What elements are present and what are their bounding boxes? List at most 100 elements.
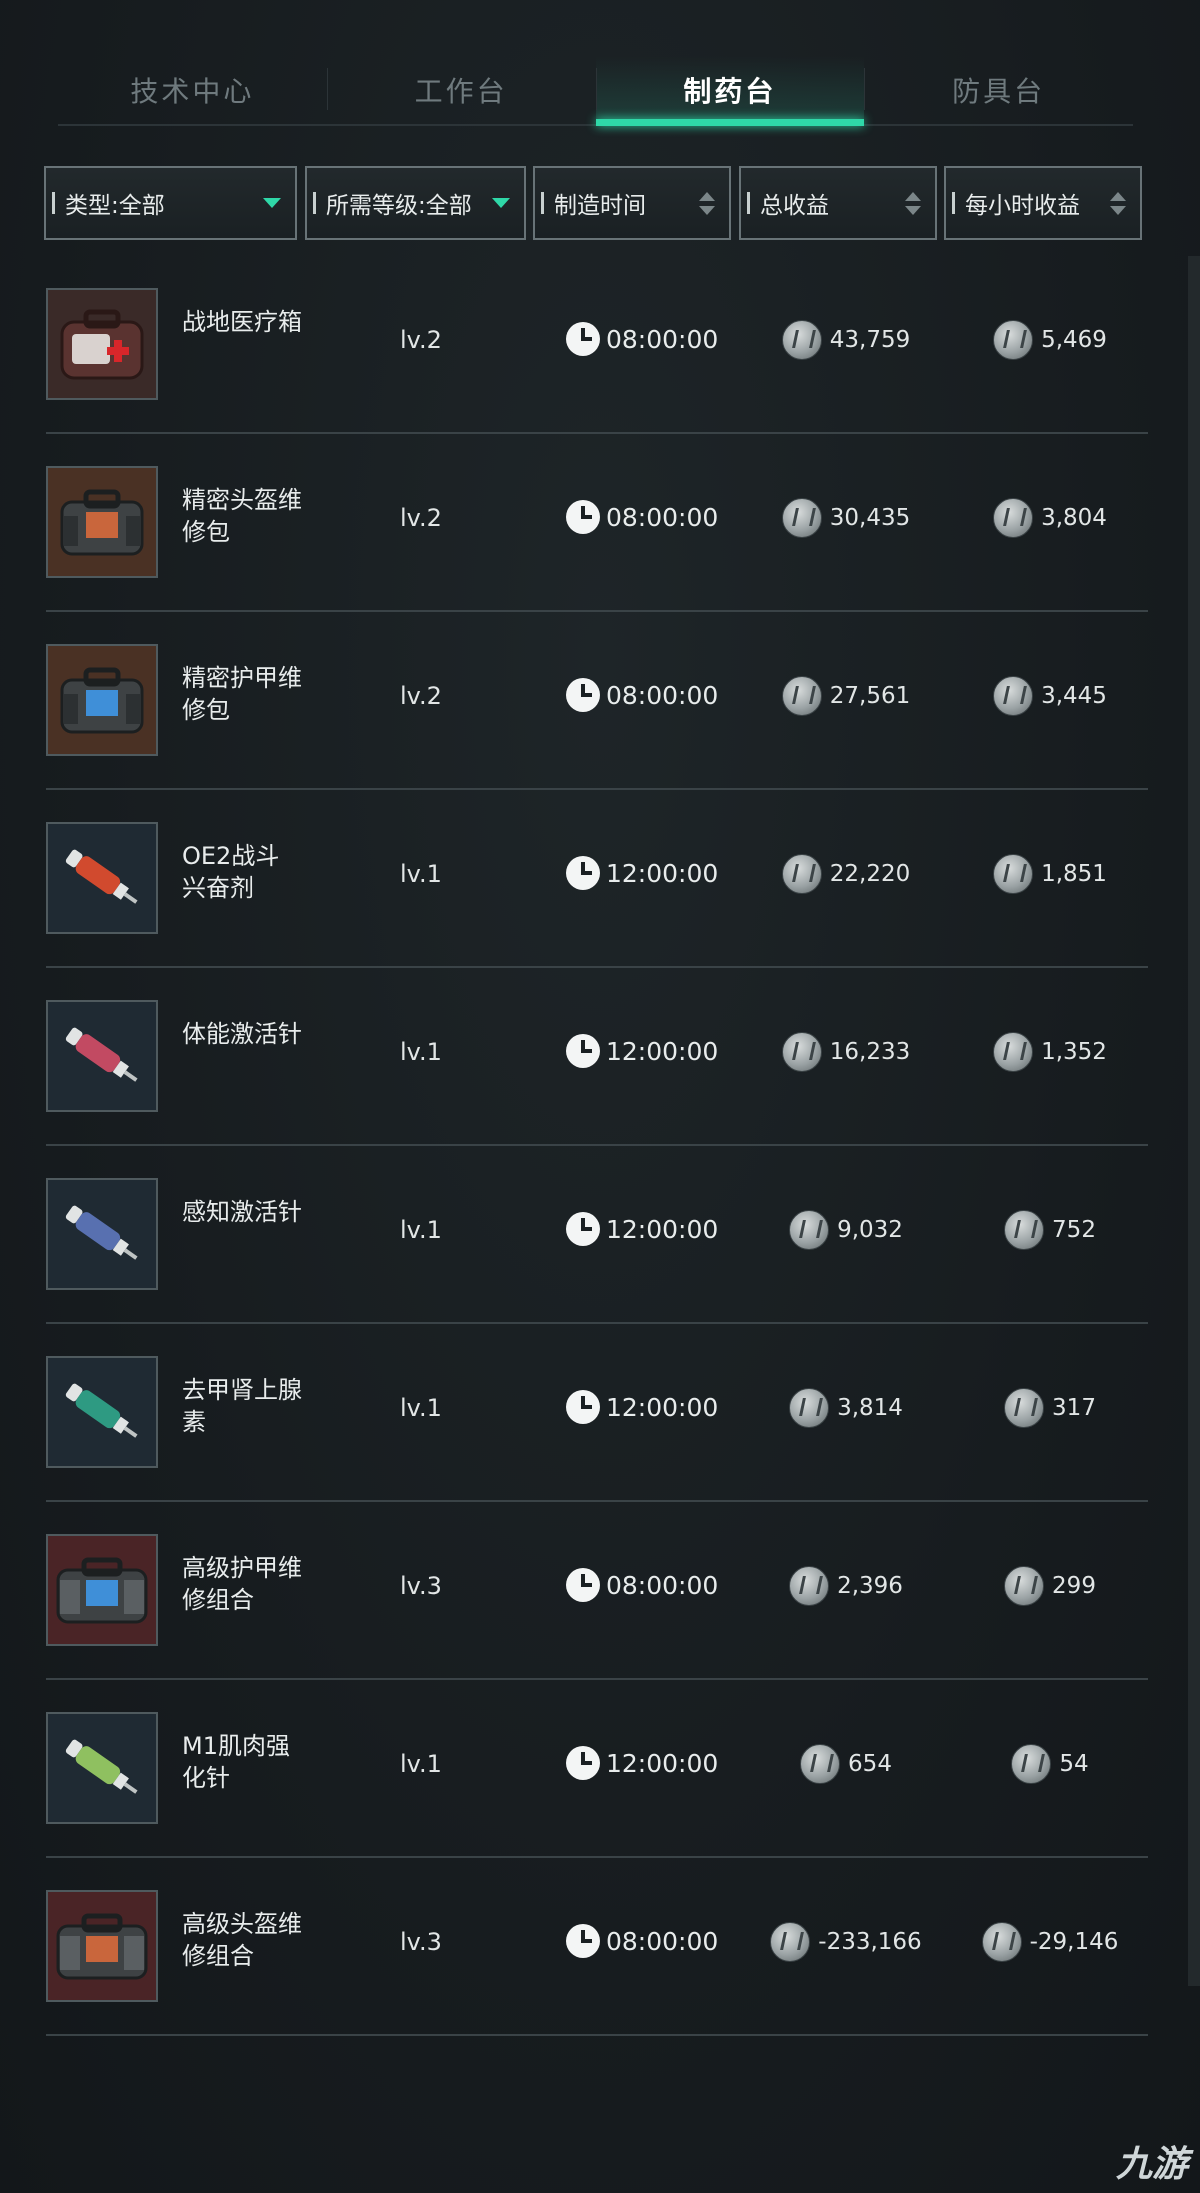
total-profit-value: -233,166 [818, 1929, 922, 1955]
item-name: 体能激活针 [182, 1020, 302, 1048]
hourly-profit-value: 3,445 [1041, 683, 1107, 709]
hourly-profit: 54 [1011, 1744, 1089, 1784]
required-level: lv.2 [400, 682, 442, 710]
craft-time-value: 08:00:00 [606, 502, 719, 532]
required-level: lv.3 [400, 1928, 442, 1956]
sort-total-button[interactable]: 总收益 [739, 166, 937, 240]
item-name: 精密头盔维修包 [182, 486, 302, 546]
required-level: lv.2 [400, 326, 442, 354]
filter-bar: 类型:全部 所需等级:全部 制造时间 总收益 每小时收益 [0, 166, 1200, 244]
coin-icon [993, 676, 1034, 716]
coin-icon [1011, 1744, 1052, 1784]
craft-time: 12:00:00 [566, 856, 718, 890]
craft-time-value: 12:00:00 [606, 1392, 719, 1422]
total-profit: -233,166 [770, 1922, 922, 1962]
total-profit: 9,032 [789, 1210, 903, 1250]
chevron-down-icon [492, 198, 510, 208]
hourly-profit: 5,469 [993, 320, 1107, 360]
total-profit-value: 16,233 [829, 1039, 911, 1065]
type-filter-label: 类型:全部 [65, 193, 165, 219]
filter-marker [952, 192, 955, 214]
recipe-row[interactable]: M1肌肉强化针 lv.1 12:00:00 654 54 [0, 1680, 1200, 1858]
hourly-profit: 299 [1004, 1566, 1096, 1606]
hourly-profit-value: 752 [1052, 1217, 1096, 1243]
clock-icon [566, 1212, 600, 1246]
sort-icon [905, 191, 921, 215]
scrollbar[interactable] [1188, 256, 1200, 1986]
recipe-row[interactable]: 战地医疗箱 lv.2 08:00:00 43,759 5,469 [0, 256, 1200, 434]
hourly-profit-value: 317 [1052, 1395, 1096, 1421]
item-name: 高级头盔维修组合 [182, 1910, 302, 1970]
clock-icon [566, 678, 600, 712]
hourly-profit: 317 [1004, 1388, 1096, 1428]
tab-armor-bench[interactable]: 防具台 [864, 56, 1133, 124]
clock-icon [566, 1924, 600, 1958]
sort-hourly-label: 每小时收益 [965, 193, 1080, 219]
item-name: 去甲肾上腺素 [182, 1376, 302, 1436]
craft-time-value: 12:00:00 [606, 1214, 719, 1244]
filter-marker [747, 192, 750, 214]
required-level: lv.1 [400, 1750, 442, 1778]
clock-icon [566, 1034, 600, 1068]
type-filter-dropdown[interactable]: 类型:全部 [44, 166, 297, 240]
recipe-row[interactable]: 高级护甲维修组合 lv.3 08:00:00 2,396 299 [0, 1502, 1200, 1680]
coin-icon [789, 1566, 830, 1606]
recipe-row[interactable]: 去甲肾上腺素 lv.1 12:00:00 3,814 317 [0, 1324, 1200, 1502]
tab-pharmacy-bench[interactable]: 制药台 [595, 56, 865, 126]
syringe-blue-icon [46, 1178, 158, 1290]
item-name: M1肌肉强化针 [182, 1732, 290, 1792]
level-filter-dropdown[interactable]: 所需等级:全部 [305, 166, 526, 240]
hourly-profit-value: -29,146 [1029, 1929, 1119, 1955]
craft-time: 12:00:00 [566, 1034, 718, 1068]
coin-icon [789, 1388, 830, 1428]
syringe-green-icon [46, 1712, 158, 1824]
recipe-row[interactable]: 感知激活针 lv.1 12:00:00 9,032 752 [0, 1146, 1200, 1324]
clock-icon [566, 1390, 600, 1424]
chevron-down-icon [263, 198, 281, 208]
hourly-profit-value: 1,851 [1041, 861, 1107, 887]
total-profit-value: 22,220 [829, 861, 911, 887]
required-level: lv.2 [400, 504, 442, 532]
hourly-profit: 3,445 [993, 676, 1107, 716]
total-profit: 27,561 [781, 676, 911, 716]
craft-time-value: 12:00:00 [606, 858, 719, 888]
total-profit: 654 [800, 1744, 892, 1784]
medkit-red-icon [46, 288, 158, 400]
sort-time-button[interactable]: 制造时间 [533, 166, 731, 240]
clock-icon [566, 1746, 600, 1780]
recipe-row[interactable]: OE2战斗兴奋剂 lv.1 12:00:00 22,220 1,851 [0, 790, 1200, 968]
sort-hourly-button[interactable]: 每小时收益 [944, 166, 1142, 240]
recipe-row[interactable]: 高级头盔维修组合 lv.3 08:00:00 -233,166 -29,146 [0, 1858, 1200, 2036]
total-profit-value: 9,032 [837, 1217, 903, 1243]
item-name: OE2战斗兴奋剂 [182, 842, 280, 902]
recipe-row[interactable]: 精密头盔维修包 lv.2 08:00:00 30,435 3,804 [0, 434, 1200, 612]
recipe-row[interactable]: 精密护甲维修包 lv.2 08:00:00 27,561 3,445 [0, 612, 1200, 790]
recipe-list: 战地医疗箱 lv.2 08:00:00 43,759 5,469 精密头盔维修包… [0, 256, 1200, 2036]
craft-time: 08:00:00 [566, 678, 718, 712]
total-profit: 22,220 [781, 854, 911, 894]
hourly-profit: 752 [1004, 1210, 1096, 1250]
craft-time: 12:00:00 [566, 1390, 718, 1424]
bench-tabs: 技术中心 工作台 制药台 防具台 [58, 56, 1133, 126]
syringe-pink-icon [46, 1000, 158, 1112]
clock-icon [566, 322, 600, 356]
coin-icon [800, 1744, 841, 1784]
hourly-profit-value: 5,469 [1041, 327, 1107, 353]
craft-time-value: 08:00:00 [606, 680, 719, 710]
coin-icon [781, 320, 822, 360]
clock-icon [566, 1568, 600, 1602]
craft-time-value: 08:00:00 [606, 1570, 719, 1600]
total-profit-value: 3,814 [837, 1395, 903, 1421]
coin-icon [981, 1922, 1022, 1962]
tab-workbench[interactable]: 工作台 [326, 56, 596, 124]
item-name: 高级护甲维修组合 [182, 1554, 302, 1614]
hourly-profit: 1,352 [993, 1032, 1107, 1072]
filter-marker [52, 192, 55, 214]
filter-marker [541, 192, 544, 214]
syringe-teal-icon [46, 1356, 158, 1468]
hourly-profit-value: 3,804 [1041, 505, 1107, 531]
coin-icon [993, 320, 1034, 360]
tab-tech-center[interactable]: 技术中心 [58, 56, 327, 124]
total-profit-value: 27,561 [829, 683, 911, 709]
recipe-row[interactable]: 体能激活针 lv.1 12:00:00 16,233 1,352 [0, 968, 1200, 1146]
